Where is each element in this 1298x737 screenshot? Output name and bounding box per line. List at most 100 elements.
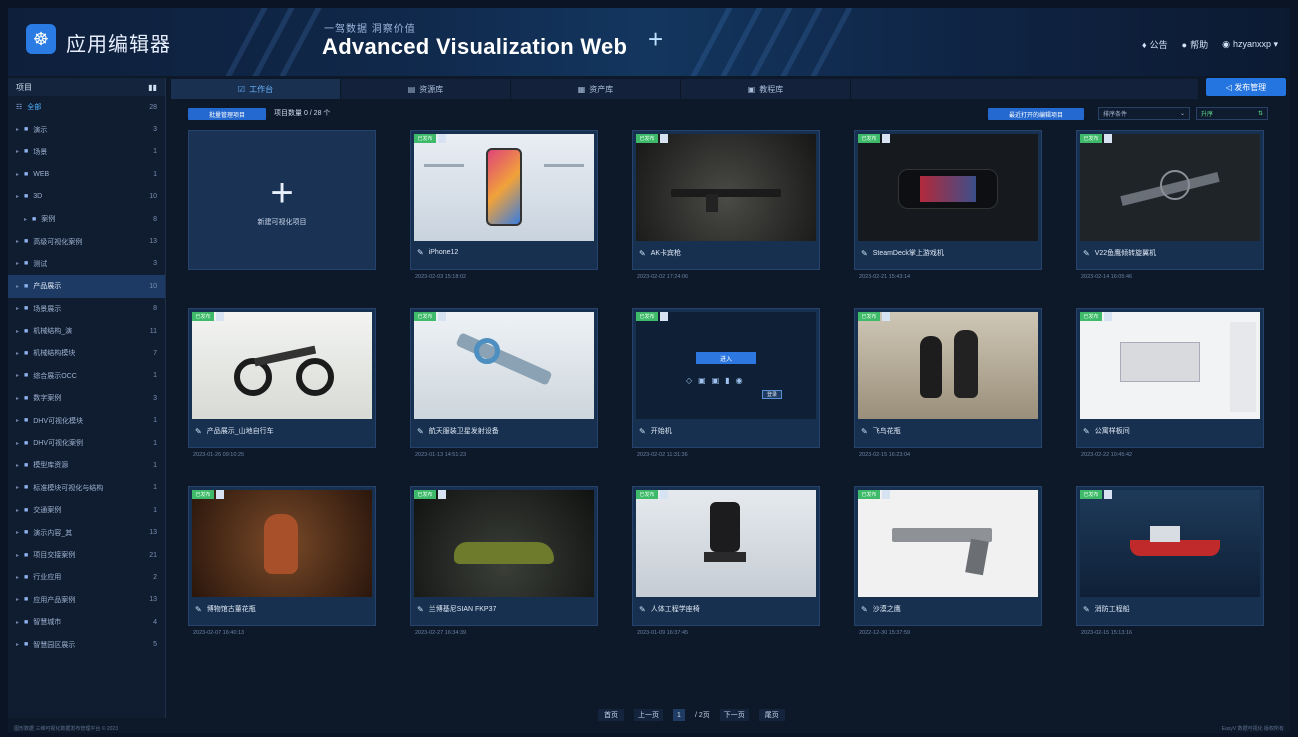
- chevron-right-icon[interactable]: ▸: [16, 305, 24, 312]
- first-page-button[interactable]: 首页: [598, 709, 624, 721]
- sidebar-item[interactable]: ▸ ■ 数字案例 3: [8, 387, 165, 409]
- user-menu[interactable]: ◉ hzyanxxp ▾: [1222, 39, 1278, 50]
- chevron-right-icon[interactable]: ▸: [16, 507, 24, 514]
- project-thumbnail[interactable]: [1080, 490, 1260, 597]
- project-card[interactable]: 已发布 ✎ 产品展示_山地自行车 2023-01-26 09:10:25: [188, 308, 376, 458]
- chevron-right-icon[interactable]: ▸: [16, 260, 24, 267]
- chevron-right-icon[interactable]: ▸: [16, 283, 24, 290]
- chevron-right-icon[interactable]: ▸: [16, 529, 24, 536]
- edit-pen-icon[interactable]: ✎: [861, 249, 868, 258]
- copy-icon[interactable]: [438, 490, 446, 499]
- copy-icon[interactable]: [1104, 312, 1112, 321]
- copy-icon[interactable]: [438, 134, 446, 143]
- edit-pen-icon[interactable]: ✎: [639, 605, 646, 614]
- next-page-button[interactable]: 下一页: [719, 709, 749, 721]
- project-card[interactable]: 已发布 ✎ V22鱼鹰倾转旋翼机 2023-02-14 16:05:46: [1076, 130, 1264, 280]
- copy-icon[interactable]: [438, 312, 446, 321]
- sidebar-item[interactable]: ▸ ■ 场景展示 8: [8, 298, 165, 320]
- sidebar-item[interactable]: ▸ ■ 机械结构模块 7: [8, 342, 165, 364]
- project-card[interactable]: 已发布 ✎ 博物馆古董花瓶 2023-02-07 16:40:13: [188, 486, 376, 636]
- copy-icon[interactable]: [660, 134, 668, 143]
- chevron-right-icon[interactable]: ▸: [16, 596, 24, 603]
- chevron-right-icon[interactable]: ▸: [16, 148, 24, 155]
- chevron-right-icon[interactable]: ▸: [16, 126, 24, 133]
- chevron-right-icon[interactable]: ▸: [16, 462, 24, 469]
- chevron-right-icon[interactable]: ▸: [16, 417, 24, 424]
- copy-icon[interactable]: [882, 490, 890, 499]
- edit-pen-icon[interactable]: ✎: [417, 248, 424, 257]
- edit-pen-icon[interactable]: ✎: [195, 427, 202, 436]
- tab-0[interactable]: ☑ 工作台: [171, 79, 341, 99]
- chevron-right-icon[interactable]: ▸: [16, 372, 24, 379]
- project-thumbnail[interactable]: [858, 312, 1038, 419]
- sidebar-item[interactable]: ▸ ■ WEB 1: [8, 163, 165, 185]
- project-thumbnail[interactable]: [1080, 134, 1260, 241]
- copy-icon[interactable]: [216, 312, 224, 321]
- help-link[interactable]: ● 帮助: [1182, 38, 1208, 51]
- project-thumbnail[interactable]: [636, 490, 816, 597]
- project-thumbnail[interactable]: [858, 490, 1038, 597]
- project-thumbnail[interactable]: [414, 312, 594, 419]
- sidebar-item[interactable]: ▸ ■ 标准模块可视化与结构 1: [8, 477, 165, 499]
- sidebar-item[interactable]: ▸ ■ 演示 3: [8, 118, 165, 140]
- chevron-right-icon[interactable]: ▸: [16, 574, 24, 581]
- project-card[interactable]: 已发布 ✎ AK卡宾枪 2023-02-02 17:24:06: [632, 130, 820, 280]
- chevron-right-icon[interactable]: ▸: [16, 619, 24, 626]
- project-card[interactable]: 已发布 ✎ 消防工程船 2023-02-15 15:13:16: [1076, 486, 1264, 636]
- edit-pen-icon[interactable]: ✎: [861, 605, 868, 614]
- tab-2[interactable]: ▦ 资产库: [511, 79, 681, 99]
- project-thumbnail[interactable]: [858, 134, 1038, 241]
- chevron-right-icon[interactable]: ▸: [24, 216, 32, 223]
- chevron-right-icon[interactable]: ▸: [16, 328, 24, 335]
- edit-pen-icon[interactable]: ✎: [417, 605, 424, 614]
- chevron-right-icon[interactable]: ▸: [16, 171, 24, 178]
- prev-page-button[interactable]: 上一页: [634, 709, 663, 721]
- edit-pen-icon[interactable]: ✎: [1083, 427, 1090, 436]
- sidebar-item[interactable]: ▸ ■ DHV可视化模块 1: [8, 409, 165, 431]
- sidebar-item[interactable]: ▸ ■ 3D 10: [8, 186, 165, 208]
- sidebar-item-all[interactable]: ☷ 全部 28: [8, 96, 165, 118]
- project-card[interactable]: 进入 ◇▣▣▮◉ 登录 已发布 ✎ 开始机 2023-02-02 11:31:36: [632, 308, 820, 458]
- sidebar-item[interactable]: ▸ ■ 项目交接案例 21: [8, 544, 165, 566]
- chevron-right-icon[interactable]: ▸: [16, 552, 24, 559]
- copy-icon[interactable]: [660, 312, 668, 321]
- copy-icon[interactable]: [660, 490, 668, 499]
- chevron-right-icon[interactable]: ▸: [16, 193, 24, 200]
- chevron-right-icon[interactable]: ▸: [16, 484, 24, 491]
- chevron-right-icon[interactable]: ▸: [16, 395, 24, 402]
- project-thumbnail[interactable]: [192, 490, 372, 597]
- publish-manage-button[interactable]: ◁ 发布管理: [1206, 78, 1286, 96]
- tab-1[interactable]: ▤ 资源库: [341, 79, 511, 99]
- sidebar-item[interactable]: ▸ ■ 智慧城市 4: [8, 611, 165, 633]
- current-page[interactable]: 1: [673, 709, 685, 721]
- sidebar-item[interactable]: ▸ ■ 场景 1: [8, 141, 165, 163]
- new-project-card[interactable]: + 新建可视化项目: [188, 130, 376, 270]
- project-card[interactable]: 已发布 ✎ 飞鸟花瓶 2023-02-15 16:23:04: [854, 308, 1042, 458]
- project-thumbnail[interactable]: [636, 134, 816, 241]
- chevron-right-icon[interactable]: ▸: [16, 641, 24, 648]
- edit-pen-icon[interactable]: ✎: [195, 605, 202, 614]
- project-thumbnail[interactable]: 进入 ◇▣▣▮◉ 登录: [636, 312, 816, 419]
- last-page-button[interactable]: 尾页: [758, 709, 785, 721]
- edit-pen-icon[interactable]: ✎: [1083, 605, 1090, 614]
- sidebar-item[interactable]: ▸ ■ 机械结构_演 11: [8, 320, 165, 342]
- add-folder-icon[interactable]: ▮▮: [148, 83, 157, 92]
- copy-icon[interactable]: [882, 312, 890, 321]
- copy-icon[interactable]: [1104, 490, 1112, 499]
- copy-icon[interactable]: [882, 134, 890, 143]
- edit-pen-icon[interactable]: ✎: [861, 427, 868, 436]
- project-thumbnail[interactable]: [1080, 312, 1260, 419]
- sidebar-item[interactable]: ▸ ■ 案例 8: [8, 208, 165, 230]
- chevron-right-icon[interactable]: ▸: [16, 238, 24, 245]
- project-card[interactable]: 已发布 ✎ 公寓样板间 2023-02-22 10:45:42: [1076, 308, 1264, 458]
- project-thumbnail[interactable]: [414, 134, 594, 241]
- recent-projects-button[interactable]: 最近打开的编辑项目: [988, 108, 1084, 120]
- chevron-right-icon[interactable]: ▸: [16, 350, 24, 357]
- edit-pen-icon[interactable]: ✎: [639, 427, 646, 436]
- project-card[interactable]: 已发布 ✎ 兰博基尼SIAN FKP37 2023-02-27 16:34:39: [410, 486, 598, 636]
- project-thumbnail[interactable]: [414, 490, 594, 597]
- batch-manage-button[interactable]: 批量管理项目: [188, 108, 266, 120]
- sidebar-item[interactable]: ▸ ■ 产品展示 10: [8, 275, 165, 298]
- sidebar-item[interactable]: ▸ ■ 测试 3: [8, 253, 165, 275]
- notice-link[interactable]: ♦ 公告: [1142, 38, 1168, 51]
